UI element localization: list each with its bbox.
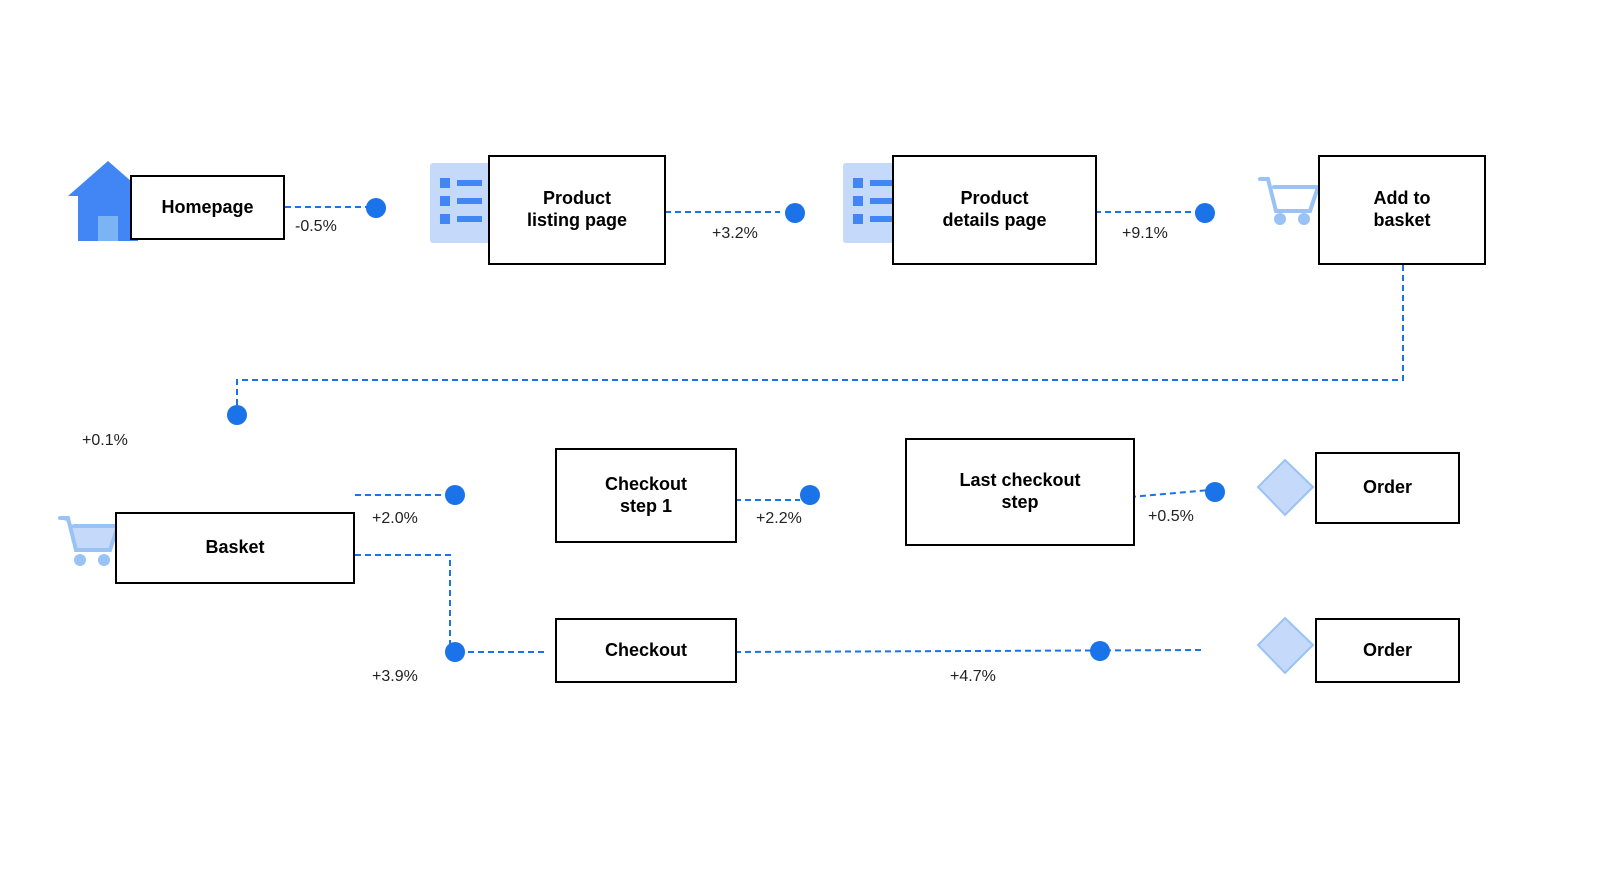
product-listing-node: Productlisting page xyxy=(488,155,666,265)
order1-node: Order xyxy=(1315,452,1460,524)
dot-listing-details xyxy=(785,203,805,223)
label-checkout1-last: +2.2% xyxy=(756,510,802,528)
checkout-node: Checkout xyxy=(555,618,737,683)
dot-basket-top xyxy=(227,405,247,425)
order2-node: Order xyxy=(1315,618,1460,683)
dot-last-order1 xyxy=(1205,482,1225,502)
dot-checkout1-last xyxy=(800,485,820,505)
checkout-step1-node: Checkoutstep 1 xyxy=(555,448,737,543)
dot-basket-checkout xyxy=(445,642,465,662)
label-checkout-order2: +4.7% xyxy=(950,668,996,686)
order1-icon xyxy=(1248,442,1323,532)
order2-icon xyxy=(1248,608,1323,683)
product-details-node: Productdetails page xyxy=(892,155,1097,265)
label-home-listing: -0.5% xyxy=(295,218,337,236)
basket-node: Basket xyxy=(115,512,355,584)
label-basket-loop: +0.1% xyxy=(82,432,128,450)
label-basket-checkout1: +2.0% xyxy=(372,510,418,528)
dot-checkout-order2 xyxy=(1090,641,1110,661)
add-to-basket-node: Add tobasket xyxy=(1318,155,1486,265)
dot-basket-checkout1 xyxy=(445,485,465,505)
dot-home-listing xyxy=(366,198,386,218)
add-to-basket-icon xyxy=(1248,145,1328,260)
dot-details-basket xyxy=(1195,203,1215,223)
homepage-node: Homepage xyxy=(130,175,285,240)
label-listing-details: +3.2% xyxy=(712,225,758,243)
last-checkout-node: Last checkoutstep xyxy=(905,438,1135,546)
label-basket-checkout: +3.9% xyxy=(372,668,418,686)
label-last-order1: +0.5% xyxy=(1148,508,1194,526)
label-details-basket: +9.1% xyxy=(1122,225,1168,243)
